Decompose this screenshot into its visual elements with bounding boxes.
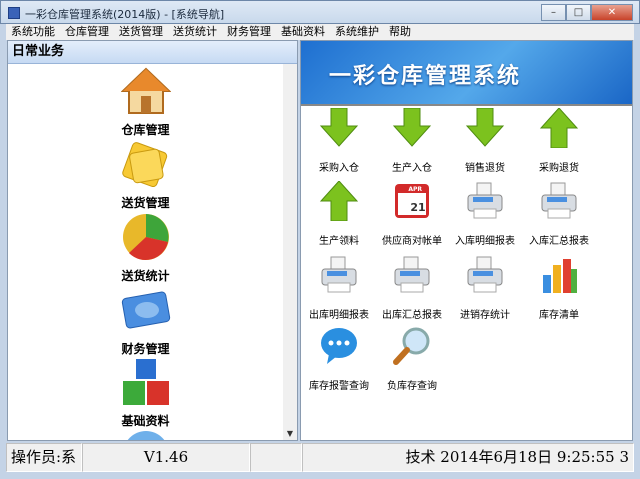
nav-label: 送货管理 bbox=[121, 196, 170, 210]
tile-10[interactable]: 进销存统计 bbox=[447, 255, 523, 321]
tile-label: 供应商对帐单 bbox=[382, 236, 442, 247]
calendar-month: APR bbox=[408, 186, 422, 193]
nav-label: 基础资料 bbox=[121, 414, 170, 428]
folder-icon bbox=[121, 142, 167, 188]
globe-icon bbox=[127, 431, 164, 440]
menu-maintenance[interactable]: 系统维护 bbox=[330, 24, 384, 40]
printer-icon bbox=[467, 182, 503, 219]
nav-finance[interactable]: 财务管理 bbox=[8, 285, 283, 357]
nav-partial-item[interactable] bbox=[8, 429, 283, 440]
panel-header: 日常业务 bbox=[8, 41, 297, 64]
tile-3[interactable]: 采购退货 bbox=[521, 107, 597, 174]
arrow-down-icon bbox=[392, 107, 432, 147]
title-bar: 一彩仓库管理系统(2014版) - [系统导航] – □ ✕ bbox=[0, 0, 640, 24]
left-scrollbar[interactable]: ▼ bbox=[283, 64, 297, 440]
tile-label: 采购退货 bbox=[539, 163, 579, 174]
menu-help[interactable]: 帮助 bbox=[384, 24, 416, 40]
menu-bar: 系统功能 仓库管理 送货管理 送货统计 财务管理 基础资料 系统维护 帮助 bbox=[6, 24, 634, 40]
printer-icon bbox=[467, 256, 503, 293]
scroll-down-button[interactable]: ▼ bbox=[283, 427, 297, 440]
house-icon bbox=[120, 67, 171, 114]
tile-7[interactable]: 入库汇总报表 bbox=[521, 181, 597, 247]
tile-label: 生产领料 bbox=[319, 236, 359, 247]
tile-label: 进销存统计 bbox=[460, 310, 510, 321]
nav-warehouse[interactable]: 仓库管理 bbox=[8, 66, 283, 138]
printer-icon bbox=[541, 182, 577, 219]
status-operator: 操作员:系 bbox=[6, 443, 82, 472]
menu-delivery-stats[interactable]: 送货统计 bbox=[168, 24, 222, 40]
arrow-up-icon bbox=[319, 180, 359, 222]
daily-business-panel: 日常业务 仓库管理 送货管理 送货统计 财务管理 基础资料 ▼ bbox=[7, 40, 298, 441]
pie-chart-icon bbox=[122, 214, 169, 261]
tile-label: 采购入仓 bbox=[319, 163, 359, 174]
close-button[interactable]: ✕ bbox=[591, 4, 633, 21]
status-version: V1.46 bbox=[82, 443, 250, 472]
status-info: 技术 2014年6月18日 9:25:55 3 bbox=[302, 443, 634, 472]
menu-warehouse[interactable]: 仓库管理 bbox=[60, 24, 114, 40]
tile-label: 入库明细报表 bbox=[455, 236, 515, 247]
tile-0[interactable]: 采购入仓 bbox=[301, 107, 377, 174]
tile-label: 库存清单 bbox=[539, 310, 579, 321]
banner: 一彩仓库管理系统 bbox=[301, 41, 632, 106]
magnifier-icon bbox=[393, 327, 430, 365]
calendar-day: 21 bbox=[410, 201, 425, 214]
menu-finance[interactable]: 财务管理 bbox=[222, 24, 276, 40]
function-panel: 一彩仓库管理系统 采购入仓 生产入仓 销售退货 采购退货生产领料 APR 21 供应商对帐单… bbox=[300, 40, 633, 441]
tile-9[interactable]: 出库汇总报表 bbox=[374, 255, 450, 321]
minimize-button[interactable]: – bbox=[541, 4, 566, 21]
app-icon bbox=[8, 7, 20, 19]
tile-label: 库存报警查询 bbox=[309, 381, 369, 392]
calendar-icon: APR 21 bbox=[395, 184, 429, 218]
tile-2[interactable]: 销售退货 bbox=[447, 107, 523, 174]
status-blank bbox=[250, 443, 302, 472]
arrow-down-icon bbox=[465, 107, 505, 147]
arrow-down-icon bbox=[319, 107, 359, 147]
bar-chart-icon bbox=[543, 259, 577, 293]
window-title: 一彩仓库管理系统(2014版) - [系统导航] bbox=[25, 8, 225, 21]
maximize-button[interactable]: □ bbox=[566, 4, 591, 21]
tile-5[interactable]: APR 21 供应商对帐单 bbox=[374, 181, 450, 247]
blocks-icon bbox=[122, 359, 169, 405]
nav-label: 送货统计 bbox=[121, 269, 170, 283]
nav-delivery-stats[interactable]: 送货统计 bbox=[8, 212, 283, 284]
tile-1[interactable]: 生产入仓 bbox=[374, 107, 450, 174]
printer-icon bbox=[394, 256, 430, 293]
nav-delivery[interactable]: 送货管理 bbox=[8, 139, 283, 211]
status-bar: 操作员:系 V1.46 技术 2014年6月18日 9:25:55 3 bbox=[6, 443, 634, 472]
chat-icon bbox=[321, 328, 357, 364]
nav-basic-data[interactable]: 基础资料 bbox=[8, 357, 283, 429]
tile-11[interactable]: 库存清单 bbox=[521, 255, 597, 321]
nav-label: 仓库管理 bbox=[121, 123, 170, 137]
menu-basic-data[interactable]: 基础资料 bbox=[276, 24, 330, 40]
arrow-up-icon bbox=[539, 107, 579, 149]
nav-label: 财务管理 bbox=[121, 342, 170, 356]
menu-delivery[interactable]: 送货管理 bbox=[114, 24, 168, 40]
tile-label: 负库存查询 bbox=[387, 381, 437, 392]
tile-label: 销售退货 bbox=[465, 163, 505, 174]
tile-label: 出库汇总报表 bbox=[382, 310, 442, 321]
printer-icon bbox=[321, 256, 357, 293]
tile-label: 出库明细报表 bbox=[309, 310, 369, 321]
tile-4[interactable]: 生产领料 bbox=[301, 180, 377, 247]
tile-8[interactable]: 出库明细报表 bbox=[301, 255, 377, 321]
tile-6[interactable]: 入库明细报表 bbox=[447, 181, 523, 247]
banner-title: 一彩仓库管理系统 bbox=[329, 64, 522, 89]
tile-13[interactable]: 负库存查询 bbox=[374, 326, 450, 392]
tile-label: 生产入仓 bbox=[392, 163, 432, 174]
tile-12[interactable]: 库存报警查询 bbox=[301, 326, 377, 392]
card-icon bbox=[121, 291, 170, 329]
menu-system[interactable]: 系统功能 bbox=[6, 24, 60, 40]
tile-label: 入库汇总报表 bbox=[529, 236, 589, 247]
